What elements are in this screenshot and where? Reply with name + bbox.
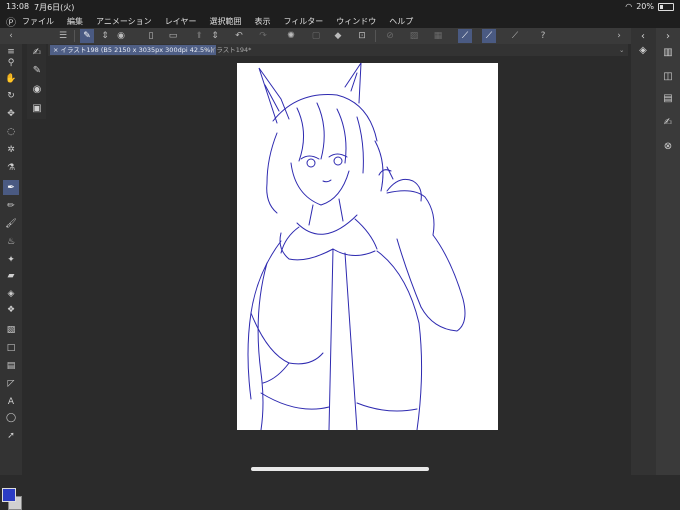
battery-percent: 20% (636, 2, 654, 11)
app-logo-icon[interactable]: Ⓟ (0, 14, 22, 29)
status-date: 7月6日(火) (34, 3, 75, 12)
deselect-icon[interactable]: ⊘ (383, 29, 397, 43)
panel-icon-column: › ▥ ◫ ▤ ✍ ⊗ (656, 28, 680, 475)
help-icon[interactable]: ? (536, 29, 550, 43)
battery-icon (658, 2, 674, 11)
pencil-icon[interactable]: ✏ (3, 198, 19, 213)
menu-bar: Ⓟ ファイル 編集 アニメーション レイヤー 選択範囲 表示 フィルター ウィン… (0, 14, 680, 29)
sketch-drawing (247, 61, 466, 431)
layer-panel-icon[interactable]: ◈ (635, 42, 651, 58)
menu-window[interactable]: ウィンドウ (336, 16, 376, 27)
wifi-icon: ◠ (625, 2, 633, 11)
save-icon[interactable]: ⬆ (192, 29, 206, 43)
drawing-canvas[interactable] (237, 61, 498, 431)
text-icon[interactable]: A (3, 394, 19, 409)
chevron-down-icon[interactable]: ⌄ (616, 45, 627, 55)
separator (375, 30, 376, 42)
separator (74, 30, 75, 42)
invert-selection-icon[interactable]: ▨ (407, 29, 421, 43)
menu-layer[interactable]: レイヤー (165, 16, 197, 27)
clear-icon[interactable]: ▢ (309, 29, 323, 43)
busy-icon: ✺ (287, 31, 295, 41)
menu-animation[interactable]: アニメーション (96, 16, 152, 27)
record-icon[interactable]: ◉ (114, 29, 128, 43)
tab-label: イラスト198 (B5 2150 x 3035px 300dpi 42.5%) (60, 46, 213, 54)
rotate-icon[interactable]: ↻ (3, 88, 19, 103)
tab-illust-194[interactable]: • イラスト194* (201, 45, 254, 55)
status-indicators: ◠ 20% (625, 2, 674, 11)
ruler-icon[interactable]: ◸ (3, 376, 19, 391)
undo-icon[interactable]: ↶ (232, 29, 246, 43)
eyedropper-icon[interactable]: ⚗ (3, 160, 19, 175)
move-layer-icon[interactable]: ✥ (3, 106, 19, 121)
gradient-icon[interactable]: ▧ (3, 322, 19, 337)
right-panel-column: ‹ ◈ (631, 28, 656, 475)
history-icon[interactable]: ⊗ (660, 138, 676, 154)
edit-mode-icon[interactable]: ✎ (80, 29, 94, 43)
close-tab-icon[interactable]: × (53, 46, 58, 54)
sub-tool-column: ✍ ✎ ◉ ▣ (27, 44, 46, 119)
snap-ruler-icon[interactable]: ⟋ (458, 29, 472, 43)
tool-property-icon[interactable]: ✎ (29, 62, 45, 78)
tab-label: • イラスト194* (204, 46, 252, 54)
lasso-icon[interactable]: ◌ (3, 124, 19, 139)
home-indicator[interactable] (251, 467, 429, 471)
selection-show-icon[interactable]: ▦ (431, 29, 445, 43)
fill-icon[interactable]: ◈ (3, 286, 19, 301)
brush-icon[interactable]: 🖌 (3, 216, 19, 231)
figure-icon[interactable]: □ (3, 340, 19, 355)
frame-icon[interactable]: ▤ (3, 358, 19, 373)
save-stepper-icon[interactable]: ⇕ (208, 29, 222, 43)
menu-view[interactable]: 表示 (254, 16, 270, 27)
main-color-swatch[interactable] (2, 488, 16, 502)
chevron-right-icon[interactable]: › (660, 28, 676, 44)
sub-tool-pen-icon[interactable]: ✍ (29, 44, 45, 60)
sub-view-icon[interactable]: ▤ (660, 90, 676, 106)
decoration-icon[interactable]: ✦ (3, 252, 19, 267)
expand-panel-icon[interactable]: › (612, 29, 626, 43)
eraser-icon[interactable]: ▰ (3, 268, 19, 283)
brush-size-icon[interactable]: ◉ (29, 81, 45, 97)
magic-wand-icon[interactable]: ✲ (3, 142, 19, 157)
menu-help[interactable]: ヘルプ (389, 16, 413, 27)
hamburger-menu-icon[interactable]: ☰ (56, 29, 70, 43)
zoom-icon[interactable]: ⚲ (3, 55, 19, 70)
airbrush-icon[interactable]: ♨ (3, 234, 19, 249)
material-icon[interactable]: ▥ (660, 44, 676, 60)
open-file-icon[interactable]: ▭ (166, 29, 180, 43)
canvas-tab-bar: × イラスト198 (B5 2150 x 3035px 300dpi 42.5%… (48, 44, 628, 56)
fill-selection-icon[interactable]: ◆ (331, 29, 345, 43)
status-bar: 13:08 7月6日(火) ◠ 20% (0, 0, 680, 14)
hand-icon[interactable]: ✋ (3, 71, 19, 86)
new-file-icon[interactable]: ▯ (144, 29, 158, 43)
menu-selection[interactable]: 選択範囲 (209, 16, 241, 27)
correct-line-icon[interactable]: ➚ (3, 428, 19, 443)
blend-icon[interactable]: ❖ (3, 302, 19, 317)
tool-palette: ≡ ⚲ ✋ ↻ ✥ ◌ ✲ ⚗ ✒ ✏ 🖌 ♨ ✦ ▰ ◈ ❖ ▧ □ ▤ ◸ … (0, 44, 22, 510)
transform-icon[interactable]: ⊡ (355, 29, 369, 43)
balloon-icon[interactable]: ◯ (3, 410, 19, 425)
redo-icon[interactable]: ↷ (256, 29, 270, 43)
snap-special-ruler-icon[interactable]: ⟋ (482, 29, 496, 43)
dropdown-stepper-icon[interactable]: ⇕ (98, 29, 112, 43)
menu-edit[interactable]: 編集 (67, 16, 83, 27)
navigator-icon[interactable]: ◫ (660, 68, 676, 84)
collapse-left-icon[interactable]: ‹ (4, 29, 18, 43)
menu-file[interactable]: ファイル (22, 16, 54, 27)
command-bar: ‹ ☰ ✎ ⇕ ◉ ▯ ▭ ⬆ ⇕ ↶ ↷ ✺ ▢ ◆ ⊡ ⊘ ▨ ▦ ⟋ ⟋ … (0, 28, 680, 44)
color-wheel-icon[interactable]: ▣ (29, 100, 45, 116)
tool-property-icon[interactable]: ✍ (660, 114, 676, 130)
status-time: 13:08 (6, 2, 30, 11)
tab-illust-198[interactable]: × イラスト198 (B5 2150 x 3035px 300dpi 42.5%… (50, 45, 216, 55)
snap-grid-icon[interactable]: ⟋ (508, 29, 522, 43)
menu-filter[interactable]: フィルター (283, 16, 323, 27)
pen-icon[interactable]: ✒ (3, 180, 19, 195)
